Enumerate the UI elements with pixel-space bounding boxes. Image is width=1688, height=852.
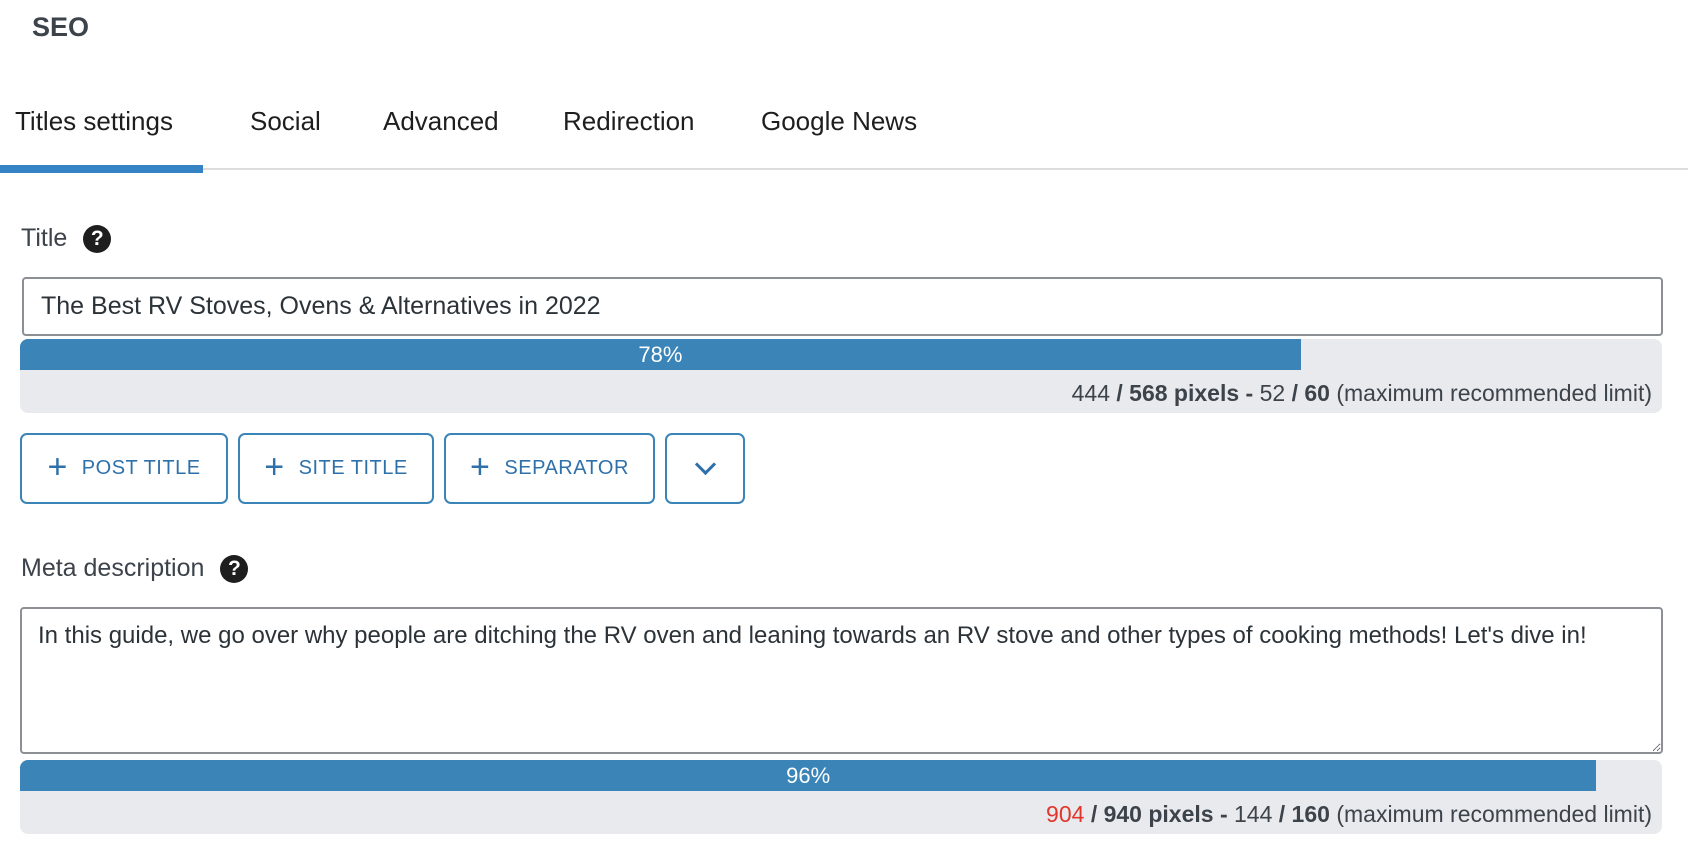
- tab-google-news[interactable]: Google News: [761, 106, 917, 137]
- description-length-meter: 96% 904 / 940 pixels - 144 / 160 (maximu…: [20, 760, 1662, 834]
- title-limit-note: (maximum recommended limit): [1336, 380, 1652, 406]
- question-circle-icon[interactable]: ?: [83, 224, 112, 253]
- description-pixels-used: 904: [1046, 801, 1085, 827]
- description-label: Meta description: [21, 554, 205, 582]
- tab-titles-settings[interactable]: Titles settings: [0, 106, 203, 173]
- add-separator-button[interactable]: + SEPARATOR: [444, 433, 655, 504]
- add-post-title-button[interactable]: + POST TITLE: [20, 433, 228, 504]
- title-input[interactable]: [22, 277, 1663, 336]
- tab-redirection[interactable]: Redirection: [563, 106, 695, 137]
- title-progress-fill: 78%: [20, 339, 1301, 370]
- site-title-label: SITE TITLE: [298, 457, 408, 479]
- description-length-stats: 904 / 940 pixels - 144 / 160 (maximum re…: [1046, 801, 1652, 828]
- chevron-down-icon: [694, 453, 716, 476]
- description-chars-max: / 160: [1278, 801, 1330, 827]
- title-length-meter: 78% 444 / 568 pixels - 52 / 60 (maximum …: [20, 339, 1662, 413]
- description-progress-fill: 96%: [20, 760, 1597, 791]
- page-title: SEO: [32, 12, 90, 42]
- question-circle-icon[interactable]: ?: [220, 554, 249, 583]
- description-chars-used: 144: [1234, 801, 1273, 827]
- title-length-stats: 444 / 568 pixels - 52 / 60 (maximum reco…: [1072, 380, 1652, 407]
- tab-advanced[interactable]: Advanced: [383, 106, 499, 137]
- tab-bar: Titles settings Social Advanced Redirect…: [0, 92, 1688, 173]
- description-pixels-max: / 940 pixels -: [1090, 801, 1228, 827]
- plus-icon: +: [264, 448, 285, 486]
- separator-label: SEPARATOR: [504, 457, 629, 479]
- title-pixels-max: / 568 pixels -: [1116, 380, 1254, 406]
- description-limit-note: (maximum recommended limit): [1336, 801, 1652, 827]
- description-label-row: Meta description ?: [21, 554, 249, 583]
- meta-description-textarea[interactable]: In this guide, we go over why people are…: [20, 607, 1663, 754]
- plus-icon: +: [470, 448, 491, 486]
- description-progress-percent: 96%: [786, 762, 831, 788]
- title-chars-max: / 60: [1291, 380, 1330, 406]
- tab-social[interactable]: Social: [250, 106, 321, 137]
- more-tags-dropdown-button[interactable]: [665, 433, 745, 504]
- title-label-row: Title ?: [21, 224, 112, 253]
- post-title-label: POST TITLE: [81, 457, 201, 479]
- title-progress-percent: 78%: [638, 341, 683, 367]
- plus-icon: +: [47, 448, 68, 486]
- add-site-title-button[interactable]: + SITE TITLE: [238, 433, 434, 504]
- title-chars-used: 52: [1259, 380, 1286, 406]
- title-pixels-used: 444: [1071, 380, 1110, 406]
- title-label: Title: [21, 224, 68, 252]
